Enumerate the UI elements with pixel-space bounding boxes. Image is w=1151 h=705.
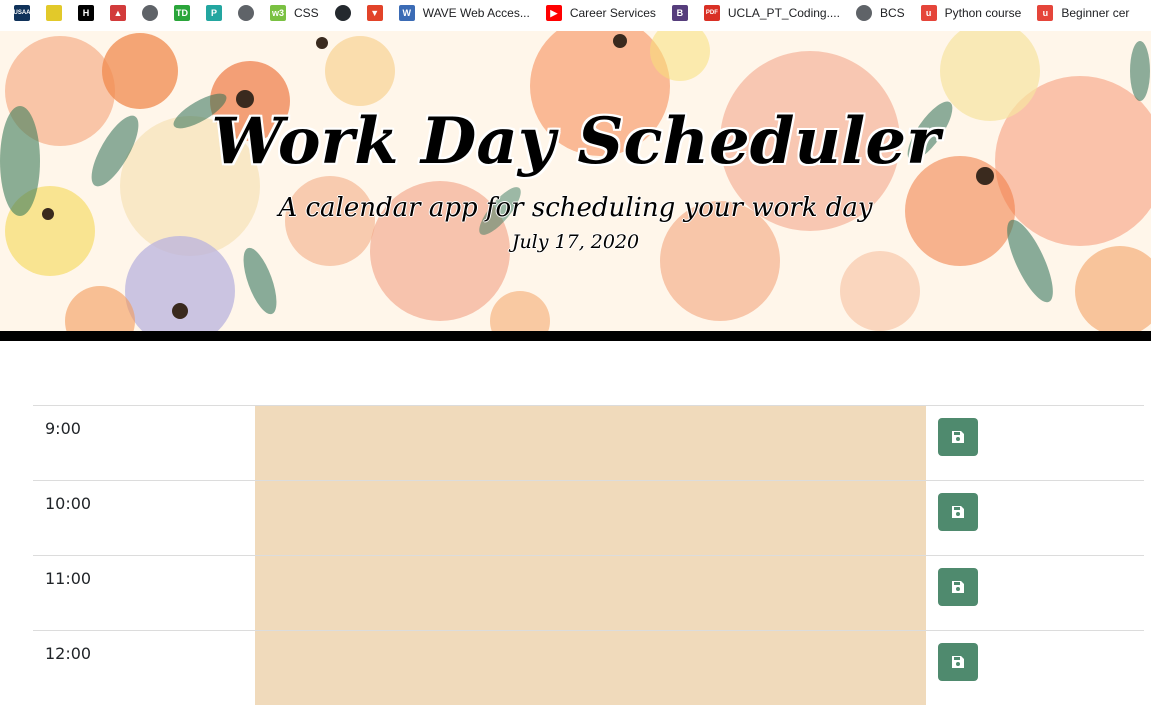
bookmark-item[interactable]: u Beginner cer	[1037, 0, 1129, 26]
time-block: 12:00	[33, 630, 1144, 705]
floppy-disk-icon	[952, 506, 964, 518]
save-button[interactable]	[938, 643, 978, 681]
time-block: 11:00	[33, 555, 1144, 630]
save-button-cell	[926, 406, 1144, 480]
h-logo-icon: H	[78, 5, 94, 21]
bookmark-item[interactable]: W WAVE Web Acces...	[398, 0, 530, 26]
bookmark-label: BCS	[879, 6, 905, 20]
event-description-input[interactable]	[255, 481, 926, 555]
bookmark-label: UCLA_PT_Coding....	[727, 6, 840, 20]
bookmark-item[interactable]: TD	[174, 0, 190, 26]
save-button[interactable]	[938, 418, 978, 456]
bookmark-item[interactable]: PDF UCLA_PT_Coding....	[703, 0, 840, 26]
floppy-disk-icon	[952, 431, 964, 443]
wave-icon: W	[398, 5, 415, 21]
bookmark-item[interactable]: H	[78, 0, 94, 26]
hour-label: 10:00	[45, 494, 92, 513]
hour-label: 9:00	[45, 419, 81, 438]
bookmark-item[interactable]: ●	[142, 0, 158, 26]
event-description-input[interactable]	[255, 556, 926, 630]
udemy-icon: u	[920, 5, 937, 21]
save-button[interactable]	[938, 568, 978, 606]
bookmark-label: CSS	[294, 6, 319, 20]
pdf-icon: PDF	[703, 5, 720, 21]
save-button[interactable]	[938, 493, 978, 531]
bookmark-label: Python course	[944, 6, 1022, 20]
github-icon: ●	[334, 5, 351, 21]
tent-logo-icon: ▲	[110, 5, 126, 21]
bookmark-item[interactable]: ▶ Career Services	[545, 0, 656, 26]
save-button-cell	[926, 481, 1144, 555]
bootstrap-icon: B	[671, 5, 688, 21]
floppy-disk-icon	[952, 581, 964, 593]
bookmark-item[interactable]	[46, 0, 62, 26]
p-logo-icon: P	[206, 5, 222, 21]
globe-icon: ●	[142, 5, 158, 21]
floral-background-image	[0, 31, 1151, 331]
hour-label: 12:00	[45, 644, 92, 663]
event-description-input[interactable]	[255, 406, 926, 480]
bookmark-label: Career Services	[569, 6, 656, 20]
bookmark-item[interactable]: u Python course	[920, 0, 1022, 26]
bookmark-label: Beginner cer	[1061, 6, 1130, 20]
gitlab-icon: ▼	[366, 5, 383, 21]
page-subtitle: A calendar app for scheduling your work …	[278, 193, 873, 223]
current-date: July 17, 2020	[511, 231, 640, 253]
header-divider	[0, 331, 1151, 341]
save-button-cell	[926, 631, 1144, 705]
udemy-icon: u	[1037, 5, 1054, 21]
square-logo-icon	[46, 5, 62, 21]
page-title: Work Day Scheduler	[211, 104, 940, 179]
youtube-icon: ▶	[545, 5, 562, 21]
bookmark-item[interactable]: w3 CSS	[270, 0, 319, 26]
floppy-disk-icon	[952, 656, 964, 668]
globe-icon: ●	[238, 5, 254, 21]
event-description-input[interactable]	[255, 631, 926, 705]
hour-label: 11:00	[45, 569, 92, 588]
bookmarks-bar: USAA H ▲ ● TD P ● w3 CSS ● ▼ W WAVE Web Acces... ▶ Car…	[0, 0, 1151, 26]
td-logo-icon: TD	[174, 5, 190, 21]
bookmark-item[interactable]: ▲	[110, 0, 126, 26]
save-button-cell	[926, 556, 1144, 630]
bookmark-item[interactable]: ▼	[366, 0, 383, 26]
bookmark-item[interactable]: B	[671, 0, 688, 26]
bookmark-item[interactable]: ●	[334, 0, 351, 26]
header-banner: Work Day Scheduler A calendar app for sc…	[0, 31, 1151, 331]
bookmark-label: WAVE Web Acces...	[422, 6, 530, 20]
usaa-icon: USAA	[14, 5, 31, 21]
time-block: 9:00	[33, 405, 1144, 480]
globe-icon: ●	[855, 5, 872, 21]
bookmark-item[interactable]: USAA	[14, 0, 31, 26]
bookmark-item[interactable]: ●	[238, 0, 254, 26]
time-block: 10:00	[33, 480, 1144, 555]
bookmark-item[interactable]: ● BCS	[855, 0, 905, 26]
time-block-list: 9:00 10:00 11:00 12:00	[33, 405, 1144, 705]
css-logo-icon: w3	[270, 5, 286, 21]
bookmark-item[interactable]: P	[206, 0, 222, 26]
